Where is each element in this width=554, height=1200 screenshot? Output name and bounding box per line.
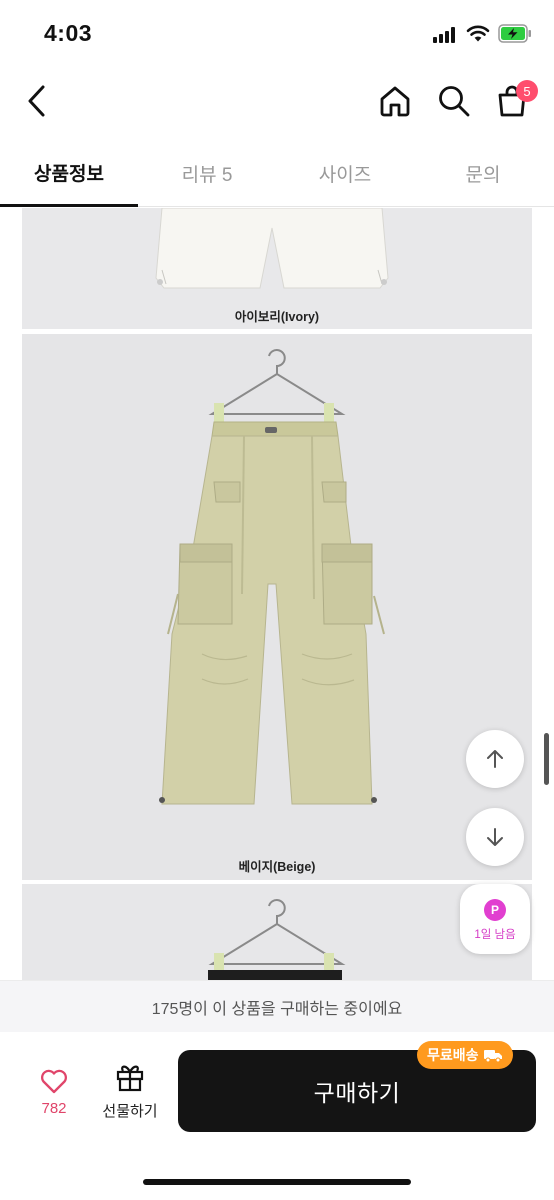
photo-caption-ivory: 아이보리(Ivory) [234,310,320,324]
product-photo-beige: 베이지(Beige) [22,334,532,880]
gift-label: 선물하기 [102,1103,158,1120]
chevron-left-icon [28,85,45,117]
arrow-up-icon [487,750,503,768]
arrow-down-icon [487,828,503,846]
search-icon [439,86,470,117]
point-days-left: 1일 남음 [474,929,516,941]
scrollbar[interactable] [544,733,549,785]
status-time: 4:03 [44,20,93,46]
gift-icon [116,1065,144,1092]
home-button[interactable] [373,78,417,124]
search-button[interactable] [432,78,476,124]
free-shipping-badge: 무료배송 [417,1041,513,1069]
gift-button[interactable]: 선물하기 [96,1060,164,1122]
beige-pants-image [22,334,532,880]
product-tabs: 상품정보 리뷰 5 사이즈 문의 [0,140,554,207]
tab-reviews[interactable]: 리뷰 5 [138,140,276,206]
tab-product-info[interactable]: 상품정보 [0,140,138,207]
point-icon: P [484,899,506,921]
heart-icon [41,1069,67,1094]
tab-inquiry[interactable]: 문의 [414,140,552,206]
bottom-action-bar: 782 선물하기 구매하기 무료배송 [0,1032,554,1200]
point-reward-badge[interactable]: P 1일 남음 [460,884,530,954]
home-indicator [143,1179,411,1185]
next-pants-image [22,884,532,980]
like-button[interactable]: 782 [28,1062,80,1122]
buyers-count-banner: 175명이 이 상품을 구매하는 중이에요 [0,980,554,1032]
tab-size[interactable]: 사이즈 [276,140,414,206]
cart-count-badge: 5 [516,80,538,102]
delivery-truck-icon [483,1050,502,1063]
cellular-signal-icon [433,27,459,43]
like-count: 782 [41,1100,67,1117]
scroll-down-button[interactable] [466,808,524,866]
product-photo-next [22,884,532,980]
product-page: 4:03 5 상품정보 리뷰 5 사이즈 문의 아이보리(Ivory) 베이지(… [0,0,554,1200]
wifi-icon [466,25,490,42]
scroll-up-button[interactable] [466,730,524,788]
back-button[interactable] [16,78,56,124]
free-shipping-label: 무료배송 [427,1047,479,1063]
top-nav-bar [0,66,554,138]
photo-caption-beige: 베이지(Beige) [238,860,316,874]
battery-charging-icon [498,24,531,43]
status-bar: 4:03 [0,0,554,66]
home-icon [380,86,410,117]
product-detail-content[interactable]: 아이보리(Ivory) 베이지(Beige) [0,208,554,980]
product-photo-ivory: 아이보리(Ivory) [22,208,532,329]
